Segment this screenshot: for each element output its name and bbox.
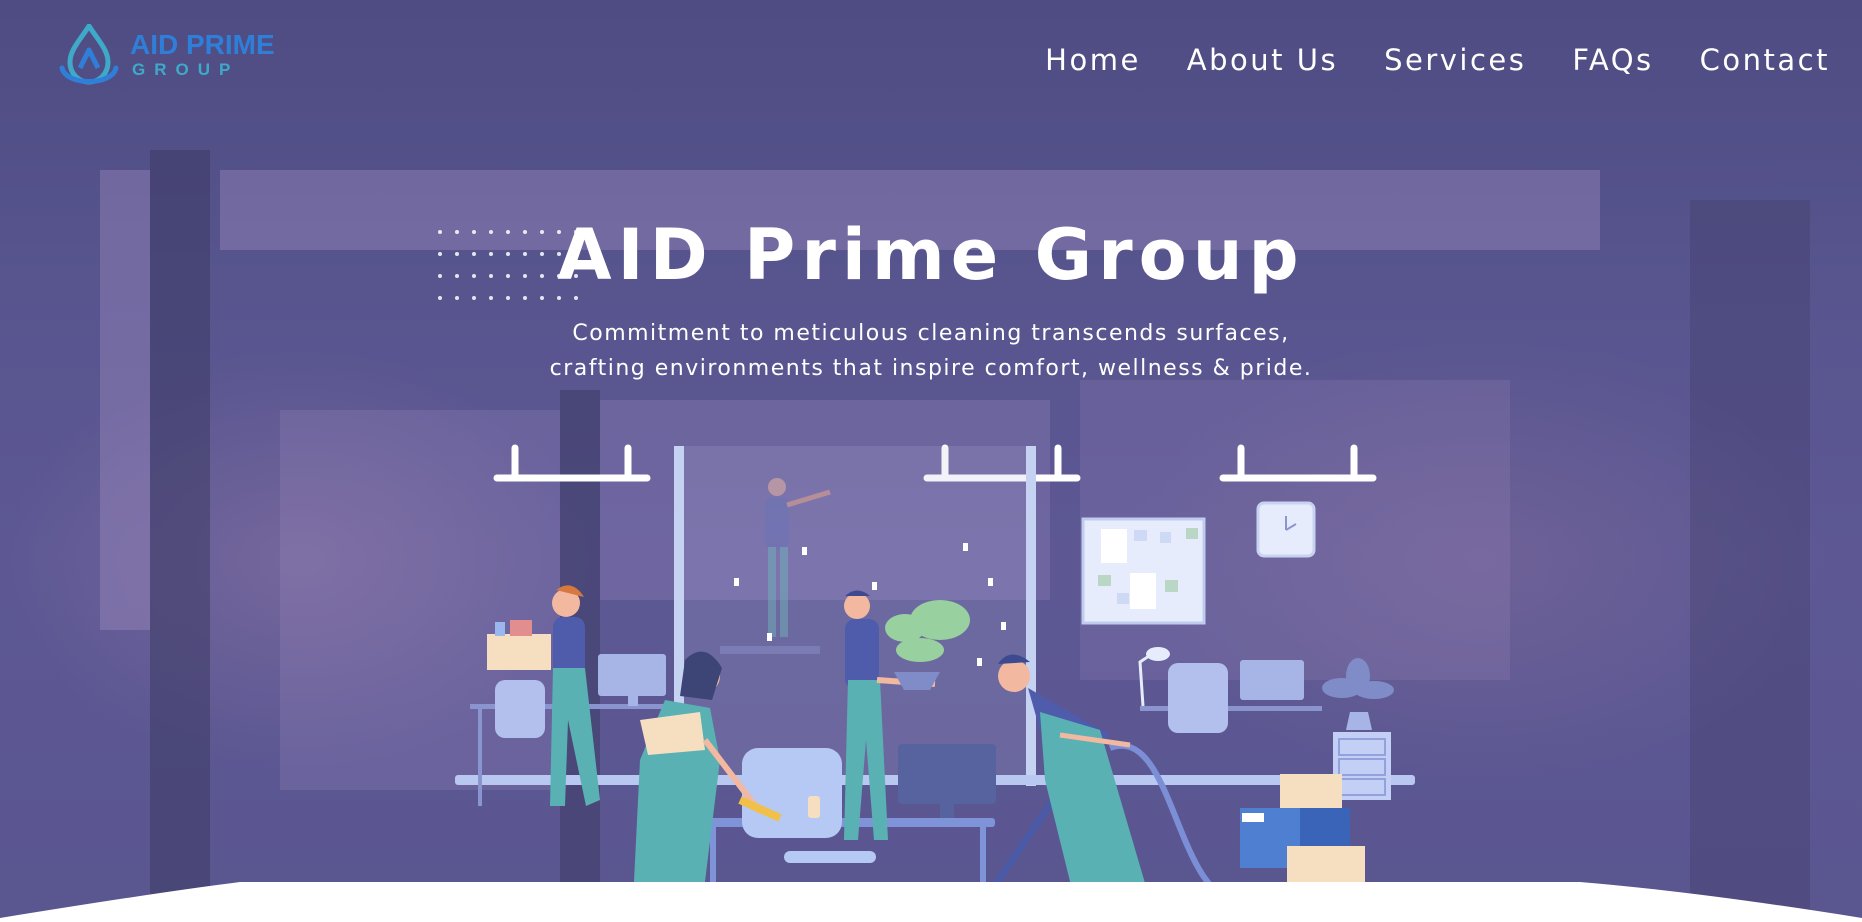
brand-name-line2: GROUP [132, 60, 240, 79]
nav-about-link[interactable]: About Us [1187, 38, 1338, 82]
hero-tagline: Commitment to meticulous cleaning transc… [0, 316, 1862, 386]
main-nav: Home About Us Services FAQs Contact [1045, 38, 1830, 82]
nav-contact-link[interactable]: Contact [1700, 38, 1830, 82]
office-cleaning-illustration [455, 444, 1415, 922]
hero-tagline-line2: crafting environments that inspire comfo… [549, 356, 1313, 381]
hero-section [0, 0, 1862, 922]
water-drop-logo-icon [59, 24, 119, 85]
site-header: AID PRIME GROUP Home About Us Services F… [0, 0, 1862, 120]
hero-bottom-curve [0, 882, 1862, 922]
brand-name-line1: AID PRIME [130, 29, 275, 60]
nav-services-link[interactable]: Services [1384, 38, 1526, 82]
nav-faqs-link[interactable]: FAQs [1572, 38, 1653, 82]
brand-logo[interactable]: AID PRIME GROUP [58, 24, 288, 90]
hero-title: AID Prime Group [557, 214, 1305, 296]
nav-home-link[interactable]: Home [1045, 38, 1141, 82]
hero-tagline-line1: Commitment to meticulous cleaning transc… [572, 321, 1290, 346]
